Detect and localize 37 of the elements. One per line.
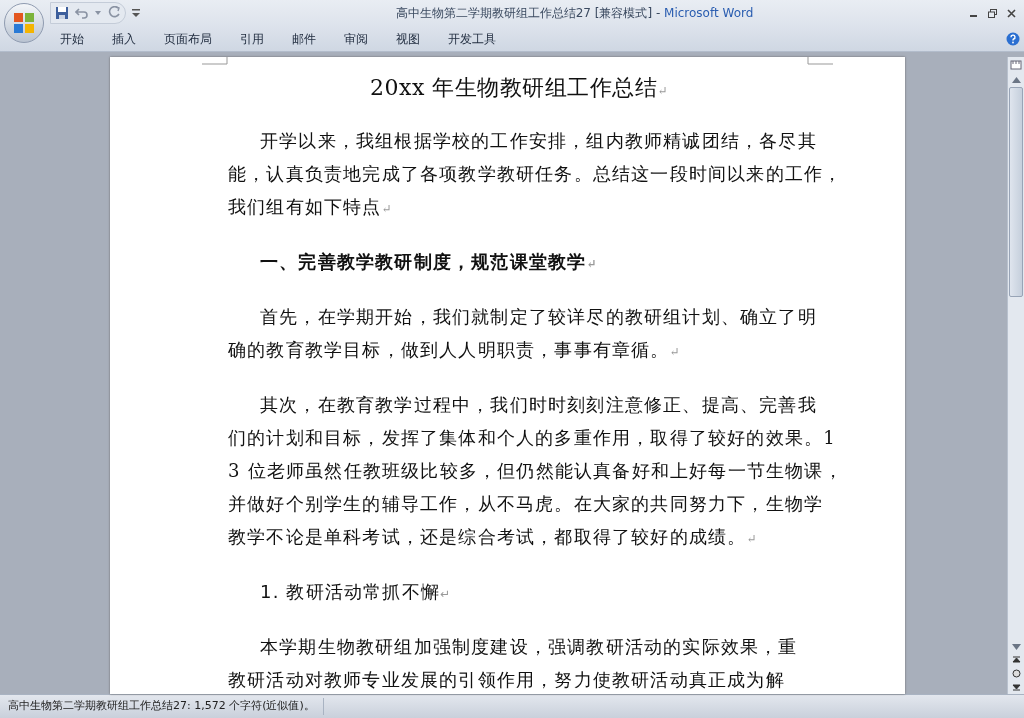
scroll-down-icon[interactable] [1011,644,1021,650]
ribbon-tab[interactable]: 开始 [48,27,96,50]
document-title: 20xx 年生物教研组工作总结↵ [369,74,669,102]
window-title: 高中生物第二学期教研组工作总结27 [兼容模式] - Microsoft Word [395,5,754,22]
ribbon-tab[interactable]: 页面布局 [152,27,224,50]
body-paragraph: 本学期生物教研组加强制度建设，强调教研活动的实际效果，重 教研活动对教师专业发展的引领作用，努力使教研活动真正成为解 [228,635,799,692]
redo-icon[interactable] [107,6,121,20]
close-icon[interactable] [1007,8,1016,18]
browse-object-icon[interactable] [1011,669,1021,678]
restore-icon[interactable] [988,8,997,18]
ribbon-tab[interactable]: 视图 [384,27,432,50]
margin-corner-mark [202,57,228,65]
next-page-icon[interactable] [1011,682,1021,691]
ribbon-tab[interactable]: 插入 [100,27,148,50]
previous-page-icon[interactable] [1011,656,1021,665]
office-logo-button[interactable] [4,3,44,43]
scroll-up-icon[interactable] [1011,77,1021,83]
save-icon[interactable] [55,6,69,20]
scroll-thumb[interactable] [1009,87,1023,297]
help-icon[interactable] [1006,31,1020,46]
undo-icon[interactable] [75,6,89,20]
dropdown-caret-icon[interactable] [95,11,101,15]
body-paragraph: 其次，在教育教学过程中，我们时时刻刻注意修正、提高、完善我 们的计划和目标，发挥了集体和个人的多重作用，取得了较好的效果。1 3 位老师虽然任教班级比较多，但仍然能认真备好和上好每一节生物课， 并做好个别学生的辅导工作，从不马虎。在大家的共同努力下，生物学 教学不论是单科考试，还是综合考试，都取得了较好的成绩。↵ [228,393,844,549]
ribbon-tab[interactable]: 邮件 [280,27,328,50]
section-heading: 一、完善教学教研制度，规范课堂教学↵ [259,250,599,274]
ribbon-tab[interactable]: 审阅 [332,27,380,50]
status-text: 高中生物第二学期教研组工作总结27: 1,572 个字符(近似值)。 [0,698,324,715]
margin-corner-mark [807,57,833,65]
office-logo-icon [12,11,36,35]
ribbon-tab[interactable]: 开发工具 [436,27,508,50]
vertical-scrollbar[interactable] [1007,57,1024,694]
body-paragraph: 首先，在学期开始，我们就制定了较详尽的教研组计划、确立了明 确的教育教学目标，做到人人明职责，事事有章循。↵ [228,305,818,362]
ribbon-tab[interactable]: 引用 [228,27,276,50]
ruler-toggle-icon[interactable] [1010,59,1022,71]
customize-toolbar-icon[interactable] [132,9,140,17]
body-paragraph: 开学以来，我组根据学校的工作安排，组内教师精诚团结，各尽其 能，认真负责地完成了各项教学教研任务。总结这一段时间以来的工作， 我们组有如下特点↵ [228,129,844,219]
section-heading: 1. 教研活动常抓不懈↵ [259,580,453,604]
